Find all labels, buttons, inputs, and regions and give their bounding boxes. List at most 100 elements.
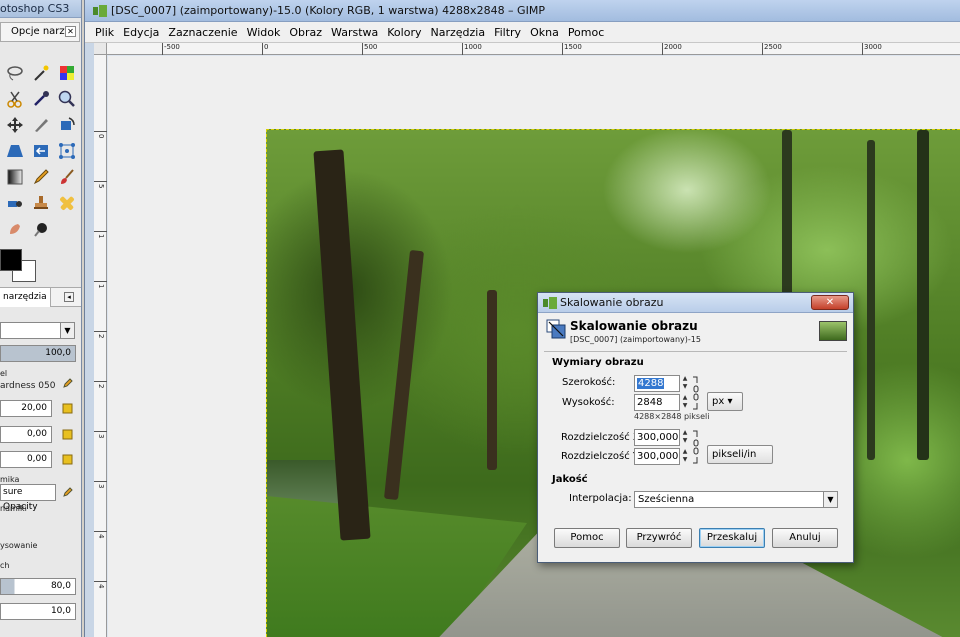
width-input[interactable]: 4288 xyxy=(634,375,680,392)
lasso-tool[interactable] xyxy=(2,60,28,86)
resolution-y-label: Rozdzielczość Y: xyxy=(561,451,642,462)
fuzzy-select-tool[interactable] xyxy=(28,60,54,86)
cage-tool[interactable] xyxy=(54,138,80,164)
ruler-label: 1000 xyxy=(462,43,482,55)
height-input[interactable]: 2848 xyxy=(634,394,680,411)
close-button[interactable]: ✕ xyxy=(811,295,849,310)
opacity-slider[interactable]: 100,0 xyxy=(0,345,76,362)
menu-edycja[interactable]: Edycja xyxy=(123,26,159,39)
reset-angle-icon[interactable] xyxy=(62,454,73,465)
menu-widok[interactable]: Widok xyxy=(247,26,281,39)
move-tool[interactable] xyxy=(2,112,28,138)
chevron-down-icon[interactable]: ▼ xyxy=(681,456,689,464)
angle-field[interactable]: 0,00 xyxy=(0,451,52,468)
menu-pomoc[interactable]: Pomoc xyxy=(568,26,604,39)
menu-zaznaczenie[interactable]: Zaznaczenie xyxy=(168,26,237,39)
resolution-y-input[interactable]: 300,000 xyxy=(634,448,680,465)
options-tab-bar: narzędzia ◂ xyxy=(0,287,81,307)
width-spin-arrows[interactable]: ▲ ▼ xyxy=(681,375,689,392)
jitter-slider[interactable]: 80,0 xyxy=(0,578,76,595)
mode-combo[interactable]: ▼ xyxy=(0,322,75,339)
ruler-label: 2000 xyxy=(662,43,682,55)
size-unit-select[interactable]: px ▾ xyxy=(707,392,743,411)
chevron-down-icon[interactable]: ▼ xyxy=(681,437,689,445)
chevron-down-icon[interactable]: ▼ xyxy=(681,402,689,410)
chevron-up-icon[interactable]: ▲ xyxy=(681,375,689,383)
menu-okna[interactable]: Okna xyxy=(530,26,559,39)
vertical-ruler[interactable]: 0 5 1 1 2 2 3 3 4 4 xyxy=(94,55,107,637)
chain-link-icon[interactable] xyxy=(692,429,700,465)
color-swatches[interactable] xyxy=(0,244,40,284)
rotate-icon xyxy=(61,117,75,130)
scale-button[interactable]: Przeskaluj xyxy=(699,528,765,548)
interpolation-select[interactable]: Sześcienna ▼ xyxy=(634,491,838,508)
chevron-up-icon[interactable]: ▲ xyxy=(681,429,689,437)
dialog-title-bar[interactable]: Skalowanie obrazu ✕ xyxy=(538,293,853,313)
tool-options-tab[interactable]: Opcje narz... ✕ xyxy=(0,22,80,42)
blend-tool[interactable] xyxy=(2,164,28,190)
chevron-up-icon[interactable]: ▲ xyxy=(681,448,689,456)
apply-jitter-label: ysowanie xyxy=(0,541,38,550)
quick-mask-corner[interactable] xyxy=(94,43,107,55)
chevron-up-icon[interactable]: ▲ xyxy=(681,394,689,402)
aspect-field[interactable]: 0,00 xyxy=(0,426,52,443)
pencil-tool[interactable] xyxy=(28,164,54,190)
options-tab-label[interactable]: narzędzia xyxy=(0,288,51,307)
resolution-x-spin-arrows[interactable]: ▲ ▼ xyxy=(681,429,689,446)
crop-tool[interactable] xyxy=(28,112,54,138)
reset-size-icon[interactable] xyxy=(62,403,73,414)
heal-tool[interactable] xyxy=(54,190,80,216)
resolution-y-spin-arrows[interactable]: ▲ ▼ xyxy=(681,448,689,465)
close-icon[interactable]: ✕ xyxy=(65,26,76,37)
height-spin-arrows[interactable]: ▲ ▼ xyxy=(681,394,689,411)
tab-menu-icon[interactable]: ◂ xyxy=(64,292,74,302)
scale-image-icon xyxy=(546,319,566,339)
chevron-down-icon: ▼ xyxy=(60,323,74,338)
perspective-tool[interactable] xyxy=(2,138,28,164)
foreground-color-swatch[interactable] xyxy=(0,249,22,271)
paths-tool[interactable] xyxy=(2,86,28,112)
resolution-unit-select[interactable]: pikseli/in xyxy=(707,445,773,464)
reset-button[interactable]: Przywróć xyxy=(626,528,692,548)
menu-filtry[interactable]: Filtry xyxy=(494,26,521,39)
size-field[interactable]: 20,00 xyxy=(0,400,52,417)
paintbrush-tool[interactable] xyxy=(54,164,80,190)
resolution-x-input[interactable]: 300,000 xyxy=(634,429,680,446)
menu-obraz[interactable]: Obraz xyxy=(289,26,322,39)
divider xyxy=(544,351,847,352)
menu-kolory[interactable]: Kolory xyxy=(387,26,421,39)
bandage-icon xyxy=(60,196,74,210)
interpolation-label: Interpolacja: xyxy=(569,493,632,504)
magic-wand-icon xyxy=(34,65,49,81)
image-size-section-title: Wymiary obrazu xyxy=(552,357,644,368)
help-button[interactable]: Pomoc xyxy=(554,528,620,548)
magnifier-icon xyxy=(58,90,75,107)
chevron-down-icon[interactable]: ▼ xyxy=(681,383,689,391)
menu-plik[interactable]: Plik xyxy=(95,26,114,39)
rotate-tool[interactable] xyxy=(54,112,80,138)
edit-dynamics-icon[interactable] xyxy=(62,487,73,498)
airbrush-icon xyxy=(8,201,22,207)
flip-tool[interactable] xyxy=(28,138,54,164)
dodge-tool[interactable] xyxy=(28,216,54,242)
ruler-label: -500 xyxy=(162,43,180,55)
chain-link-icon[interactable] xyxy=(692,375,700,411)
reset-aspect-icon[interactable] xyxy=(62,429,73,440)
color-picker-tool[interactable] xyxy=(28,86,54,112)
dynamics-name[interactable]: sure Opacity xyxy=(0,484,56,512)
dynamics-options-label: namiki xyxy=(0,504,27,513)
gradient-icon xyxy=(7,169,23,185)
dialog-subheading: [DSC_0007] (zaimportowany)-15 xyxy=(570,335,701,344)
smudge-tool[interactable] xyxy=(2,216,28,242)
horizontal-ruler[interactable]: -500 0 500 1000 1500 2000 2500 3000 xyxy=(107,43,960,55)
menu-narzedzia[interactable]: Narzędzia xyxy=(430,26,485,39)
fade-slider[interactable]: 10,0 xyxy=(0,603,76,620)
edit-brush-icon[interactable] xyxy=(62,378,73,389)
cancel-button[interactable]: Anuluj xyxy=(772,528,838,548)
airbrush-tool[interactable] xyxy=(2,190,28,216)
by-color-select-tool[interactable] xyxy=(54,60,80,86)
quality-section-title: Jakość xyxy=(552,474,588,485)
menu-warstwa[interactable]: Warstwa xyxy=(331,26,378,39)
clone-tool[interactable] xyxy=(28,190,54,216)
zoom-tool[interactable] xyxy=(54,86,80,112)
